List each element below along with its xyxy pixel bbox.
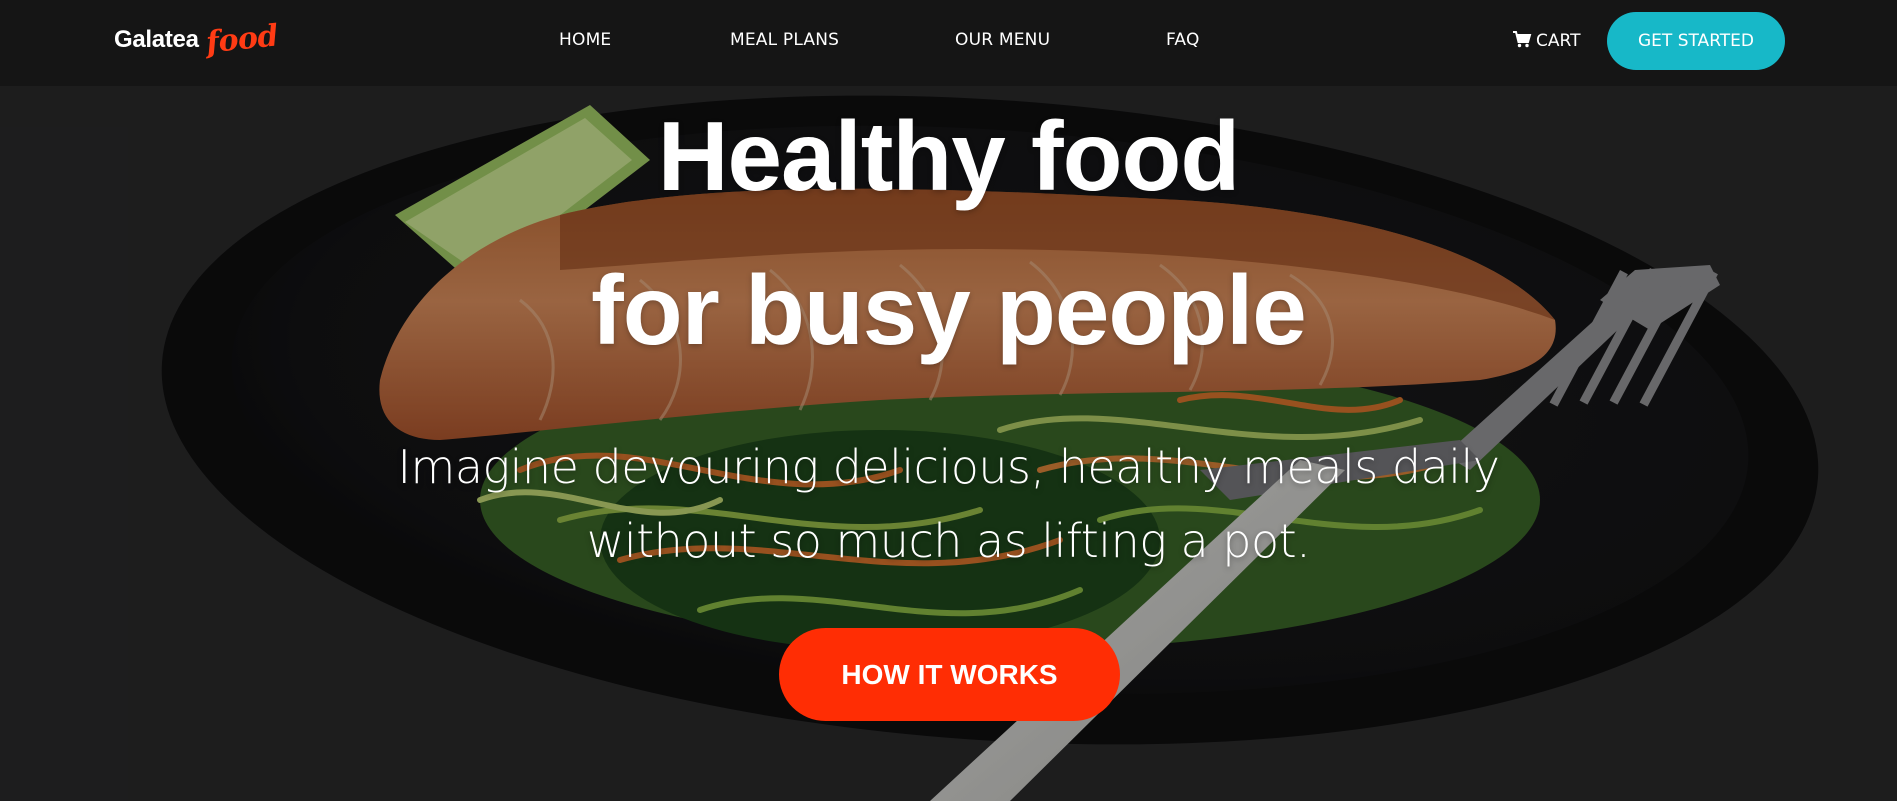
cart-label: CART [1536, 31, 1581, 51]
nav-our-menu[interactable]: OUR MENU [955, 30, 1050, 50]
hero-subtext-line1: Imagine devouring delicious, healthy mea… [397, 440, 1500, 494]
logo-accent-text: food [204, 18, 280, 61]
hero-headline-line2: for busy people [591, 255, 1307, 365]
nav-meal-plans[interactable]: MEAL PLANS [730, 30, 839, 50]
top-navbar: Galatea food HOME MEAL PLANS OUR MENU FA… [0, 0, 1897, 86]
logo-main-text: Galatea [114, 26, 199, 53]
nav-home[interactable]: HOME [559, 30, 611, 50]
galatea-food-logo[interactable]: Galatea food [114, 18, 284, 68]
nav-faq[interactable]: FAQ [1166, 30, 1200, 50]
cart-link[interactable]: CART [1512, 30, 1580, 51]
hero-headline-line1: Healthy food [657, 101, 1240, 211]
hero-subtext-line2: without so much as lifting a pot. [586, 514, 1311, 568]
get-started-button[interactable]: GET STARTED [1607, 12, 1785, 70]
how-it-works-button[interactable]: HOW IT WORKS [779, 628, 1120, 721]
shopping-cart-icon [1513, 31, 1532, 48]
